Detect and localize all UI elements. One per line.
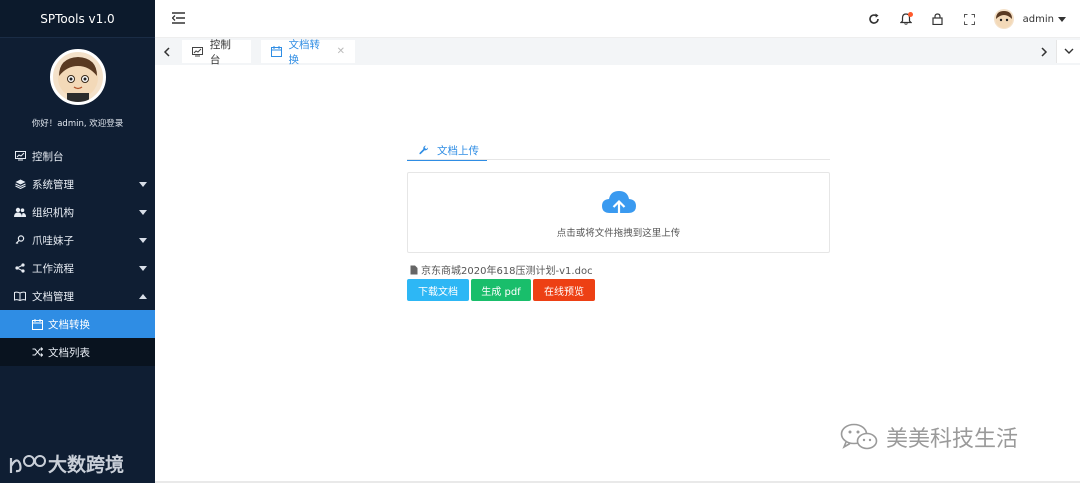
monitor-icon	[13, 149, 27, 163]
generate-pdf-button[interactable]: 生成 pdf	[471, 279, 531, 301]
chevron-down-icon	[139, 210, 147, 215]
users-icon	[13, 205, 27, 219]
sidebar-item-workflow[interactable]: 工作流程	[0, 254, 155, 282]
avatar	[993, 9, 1014, 29]
sidebar-item-label: 文档管理	[32, 290, 74, 303]
sidebar-item-label: 系统管理	[32, 178, 74, 191]
uploaded-file[interactable]: 京东商城2020年618压测计划-v1.doc	[410, 262, 593, 277]
file-name: 京东商城2020年618压测计划-v1.doc	[421, 266, 593, 277]
chevron-down-icon	[139, 266, 147, 271]
chevron-down-icon	[1058, 16, 1066, 22]
sidebar-item-documents[interactable]: 文档管理	[0, 282, 155, 310]
lock-icon[interactable]	[922, 0, 954, 38]
sidebar-subitem-label: 文档列表	[48, 346, 90, 359]
wrench-icon	[419, 145, 429, 155]
sidebar-item-organization[interactable]: 组织机构	[0, 198, 155, 226]
sidebar-subitem-doc-convert[interactable]: 文档转换	[0, 310, 155, 338]
sidebar-subitem-doc-list[interactable]: 文档列表	[0, 338, 155, 366]
brand-logo-mark-icon	[9, 454, 46, 473]
upload-tab-label: 文档上传	[437, 144, 479, 157]
brand-logo-text: 大数跨境	[48, 454, 125, 476]
download-document-button[interactable]: 下载文档	[407, 279, 469, 301]
refresh-icon[interactable]	[858, 0, 890, 38]
sidebar-item-label: 组织机构	[32, 206, 74, 219]
tab-scroll-right-icon[interactable]	[1033, 38, 1055, 65]
layers-icon	[13, 177, 27, 191]
user-avatar[interactable]	[49, 49, 106, 105]
notification-dot	[907, 12, 913, 17]
tab-bar: 控制台 文档转换 ✕	[155, 38, 1080, 66]
sidebar-item-system[interactable]: 系统管理	[0, 170, 155, 198]
documents-submenu: 文档转换 文档列表	[0, 310, 155, 366]
sidebar-item-java[interactable]: 爪哇妹子	[0, 226, 155, 254]
tab-underline	[407, 159, 830, 160]
bell-icon[interactable]	[890, 0, 922, 38]
top-header: admin	[155, 0, 1080, 38]
sidebar-menu: 控制台 系统管理 组织机构 爪哇妹子 工作流程 文档管理 文档转换 文档列表	[0, 142, 155, 366]
dropzone-text: 点击或将文件拖拽到这里上传	[556, 228, 681, 239]
close-icon[interactable]: ✕	[337, 46, 345, 57]
chevron-down-icon	[139, 238, 147, 243]
user-menu[interactable]: admin	[993, 9, 1066, 29]
calendar-icon	[31, 318, 43, 330]
watermark: 美美科技生活	[840, 421, 1018, 453]
sidebar-item-label: 工作流程	[32, 262, 74, 275]
sidebar-item-label: 爪哇妹子	[32, 234, 74, 247]
sidebar-item-label: 控制台	[32, 150, 64, 163]
username: admin	[1022, 13, 1054, 25]
sidebar: SPTools v1.0 你好！admin, 欢迎登录 控制台 系统管理 组织机…	[0, 0, 155, 483]
key-icon	[13, 233, 27, 247]
upload-dropzone[interactable]: 点击或将文件拖拽到这里上传	[407, 172, 830, 253]
wechat-icon	[840, 423, 878, 451]
share-icon	[13, 261, 27, 275]
brand-logo: 大数跨境	[8, 450, 124, 477]
tab-upload[interactable]: 文档上传	[407, 141, 487, 161]
tab-options-chevron-down-icon[interactable]	[1056, 40, 1080, 63]
chevron-up-icon	[139, 294, 147, 299]
tab-label: 文档转换	[288, 38, 320, 66]
app-title: SPTools v1.0	[0, 0, 155, 38]
sidebar-subitem-label: 文档转换	[48, 318, 90, 331]
fullscreen-icon[interactable]	[954, 0, 986, 38]
calendar-icon	[271, 46, 283, 58]
sidebar-toggle-icon[interactable]	[171, 12, 185, 27]
book-icon	[13, 289, 27, 303]
cloud-upload-icon	[601, 189, 637, 222]
watermark-text: 美美科技生活	[886, 427, 1019, 452]
monitor-icon	[192, 46, 204, 58]
tab-label: 控制台	[209, 38, 231, 66]
tab-doc-convert[interactable]: 文档转换 ✕	[261, 39, 355, 66]
sidebar-item-dashboard[interactable]: 控制台	[0, 142, 155, 170]
file-icon	[410, 265, 418, 275]
tab-scroll-left-icon[interactable]	[155, 38, 177, 65]
tab-dashboard[interactable]: 控制台	[182, 39, 251, 66]
chevron-down-icon	[139, 182, 147, 187]
online-preview-button[interactable]: 在线预览	[533, 279, 595, 301]
welcome-text: 你好！admin, 欢迎登录	[31, 119, 124, 129]
shuffle-icon	[31, 346, 43, 358]
